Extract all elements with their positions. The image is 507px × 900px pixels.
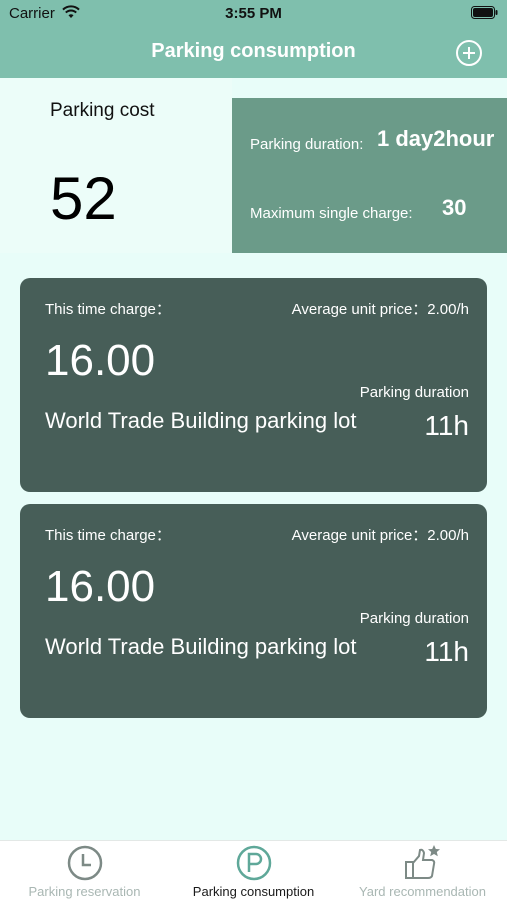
- charge-label: This time charge：: [45, 527, 171, 544]
- max-charge-value: 30: [442, 195, 467, 220]
- page-title: Parking consumption: [151, 40, 356, 62]
- duration-label: Parking duration: [359, 610, 469, 627]
- total-duration-label: Parking duration:: [250, 136, 364, 153]
- clock-icon: [67, 845, 103, 881]
- tab-parking-reservation[interactable]: Parking reservation: [0, 841, 169, 900]
- thumbs-up-icon: [405, 845, 440, 879]
- charge-amount: 16.00: [45, 562, 156, 611]
- status-time: 3:55 PM: [225, 5, 282, 22]
- status-bar: Carrier 3:55 PM: [0, 0, 507, 28]
- total-duration-value: 1 day2hour: [377, 126, 495, 151]
- average-price: Average unit price：2.00/h: [291, 527, 469, 544]
- tab-bar: Parking reservation Parking consumption …: [0, 840, 507, 900]
- tab-label: Parking consumption: [192, 884, 315, 899]
- parking-cost-label: Parking cost: [50, 100, 155, 121]
- tab-parking-consumption[interactable]: Parking consumption: [169, 841, 338, 900]
- charge-label: This time charge：: [45, 301, 171, 318]
- duration-value: 11h: [424, 410, 469, 441]
- summary-panel: Parking duration: 1 day2hour Maximum sin…: [232, 98, 507, 253]
- parking-record-card[interactable]: This time charge： Average unit price：2.0…: [20, 278, 487, 492]
- tab-label: Yard recommendation: [359, 884, 486, 899]
- charge-amount: 16.00: [45, 336, 156, 385]
- add-button[interactable]: [455, 39, 483, 67]
- average-price: Average unit price：2.00/h: [291, 301, 469, 318]
- parking-cost-value: 52: [50, 165, 117, 232]
- tab-label: Parking reservation: [28, 884, 141, 899]
- parking-lot-name: World Trade Building parking lot: [45, 634, 357, 659]
- duration-value: 11h: [424, 636, 469, 667]
- duration-label: Parking duration: [359, 384, 469, 401]
- parking-icon: [236, 845, 272, 881]
- parking-record-card[interactable]: This time charge： Average unit price：2.0…: [20, 504, 487, 718]
- header-bar: Carrier 3:55 PM Parking consumption: [0, 0, 507, 78]
- parking-cost-panel: Parking cost 52: [0, 78, 232, 253]
- battery-icon: [471, 6, 498, 19]
- max-charge-label: Maximum single charge:: [250, 205, 413, 222]
- tab-yard-recommendation[interactable]: Yard recommendation: [338, 841, 507, 900]
- parking-lot-name: World Trade Building parking lot: [45, 408, 357, 433]
